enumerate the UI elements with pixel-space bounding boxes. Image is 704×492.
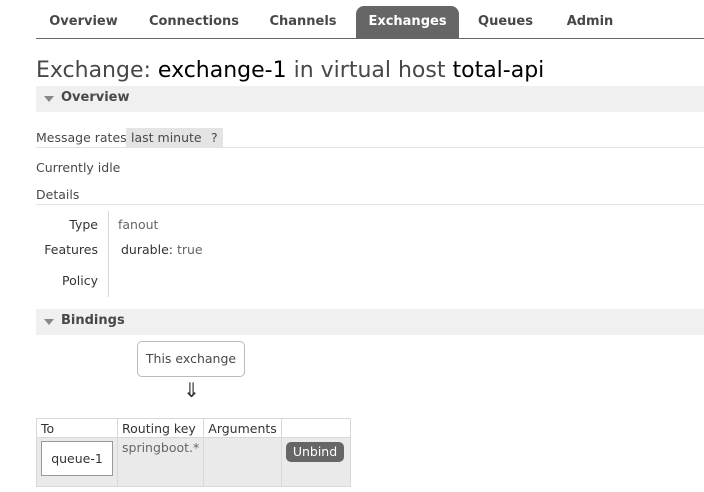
tab-admin[interactable]: Admin	[552, 6, 628, 38]
details-label: Details	[36, 187, 80, 202]
durable-key: durable:	[121, 242, 173, 257]
divider	[36, 204, 704, 205]
divider	[36, 147, 704, 148]
features-label: Features	[44, 242, 98, 257]
arguments-cell	[203, 437, 282, 487]
table-header-row: To Routing key Arguments	[36, 418, 351, 438]
unbind-button[interactable]: Unbind	[285, 442, 345, 462]
queue-link[interactable]: queue-1	[41, 441, 113, 476]
bindings-header-label: Bindings	[61, 313, 125, 328]
page-title: Exchange: exchange-1 in virtual host tot…	[36, 58, 544, 83]
message-rates-range-select[interactable]: last minute	[126, 128, 207, 147]
table-row: queue-1 springboot.* Unbind	[36, 437, 351, 487]
durable-value: true	[176, 242, 203, 257]
bindings-section-header[interactable]: Bindings	[36, 309, 704, 335]
collapse-triangle-icon	[44, 96, 54, 102]
idle-status: Currently idle	[36, 160, 121, 175]
column-header-actions	[280, 418, 351, 438]
message-rates-label: Message rates	[36, 130, 127, 145]
actions-cell: Unbind	[280, 437, 351, 487]
column-header-routing-key: Routing key	[116, 418, 205, 438]
tab-connections[interactable]: Connections	[139, 6, 249, 38]
type-value: fanout	[118, 217, 159, 232]
vhost-name: total-api	[452, 58, 545, 83]
tab-overview[interactable]: Overview	[36, 6, 131, 38]
exchange-name: exchange-1	[157, 58, 287, 83]
tab-queues[interactable]: Queues	[469, 6, 542, 38]
details-divider	[108, 211, 109, 297]
binding-destination-cell: queue-1	[36, 437, 118, 487]
routing-key-cell: springboot.*	[116, 437, 205, 487]
column-header-to: To	[36, 418, 118, 438]
type-label: Type	[69, 217, 98, 232]
column-header-arguments: Arguments	[203, 418, 282, 438]
features-value: durable: true	[121, 242, 203, 257]
tab-divider	[36, 38, 704, 39]
down-arrow-icon: ⇓	[183, 378, 200, 402]
policy-label: Policy	[62, 273, 98, 288]
bindings-table: To Routing key Arguments queue-1 springb…	[36, 418, 351, 487]
help-button[interactable]: ?	[206, 128, 223, 147]
title-prefix: Exchange:	[36, 58, 151, 83]
tab-exchanges[interactable]: Exchanges	[356, 6, 459, 38]
overview-section-header[interactable]: Overview	[36, 86, 704, 112]
this-exchange-box: This exchange	[137, 341, 245, 377]
collapse-triangle-icon	[44, 319, 54, 325]
title-mid: in virtual host	[293, 58, 446, 83]
tab-channels[interactable]: Channels	[259, 6, 347, 38]
overview-header-label: Overview	[61, 90, 130, 105]
